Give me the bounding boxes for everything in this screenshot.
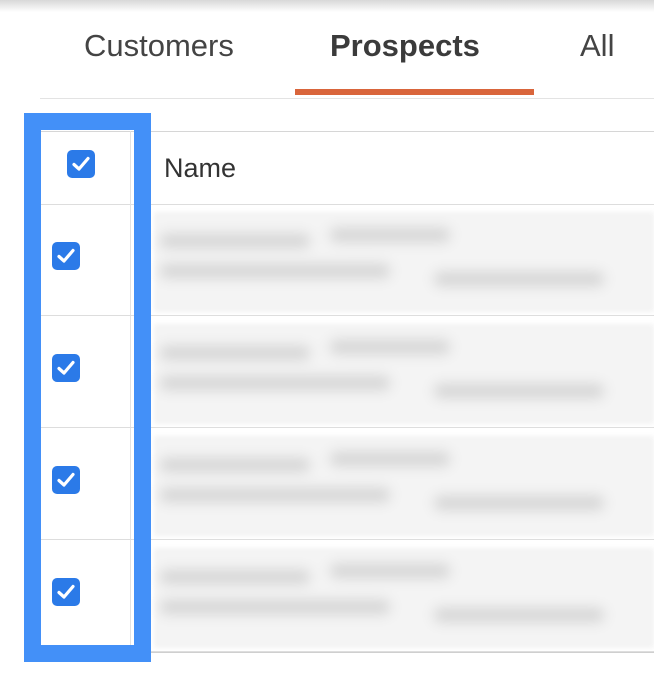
tab-all[interactable]: All bbox=[580, 28, 614, 64]
tab-prospects[interactable]: Prospects bbox=[330, 28, 480, 64]
row-checkbox[interactable] bbox=[52, 242, 80, 270]
tab-bar: Customers Prospects All bbox=[40, 0, 654, 99]
check-icon bbox=[72, 156, 90, 171]
table-row[interactable] bbox=[40, 428, 654, 540]
column-header-name[interactable]: Name bbox=[164, 153, 236, 184]
blurred-row-content bbox=[154, 548, 654, 648]
blurred-row-content bbox=[154, 212, 654, 312]
page: Customers Prospects All Name bbox=[0, 0, 654, 678]
active-tab-indicator bbox=[295, 89, 534, 95]
table-bottom-border bbox=[40, 652, 654, 653]
table-row[interactable] bbox=[40, 204, 654, 316]
table-row[interactable] bbox=[40, 540, 654, 652]
row-checkbox[interactable] bbox=[52, 354, 80, 382]
tab-customers[interactable]: Customers bbox=[84, 28, 234, 64]
check-icon bbox=[57, 472, 75, 487]
blurred-row-content bbox=[154, 324, 654, 424]
check-icon bbox=[57, 360, 75, 375]
select-all-checkbox[interactable] bbox=[67, 150, 95, 178]
prospects-table: Name bbox=[40, 131, 654, 653]
check-icon bbox=[57, 584, 75, 599]
blurred-row-content bbox=[154, 436, 654, 536]
row-checkbox[interactable] bbox=[52, 578, 80, 606]
check-icon bbox=[57, 248, 75, 263]
row-checkbox[interactable] bbox=[52, 466, 80, 494]
table-header-row: Name bbox=[40, 131, 654, 205]
table-row[interactable] bbox=[40, 316, 654, 428]
